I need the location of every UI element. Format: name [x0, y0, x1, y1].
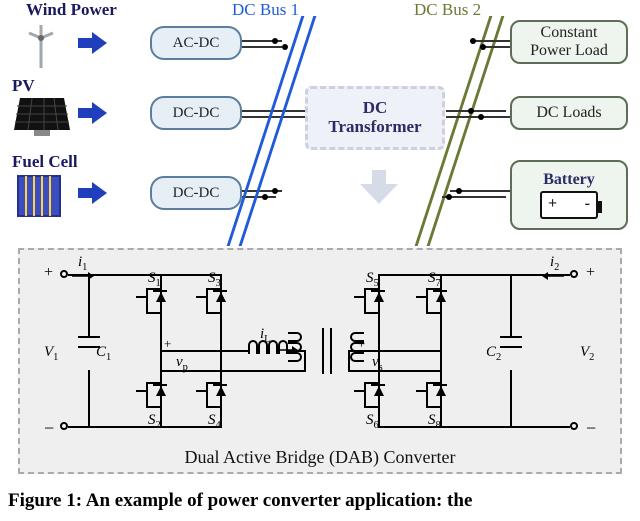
fuel-cell-icon	[14, 172, 64, 220]
label-S4: S4	[208, 412, 221, 431]
wire-sec-drop	[348, 350, 350, 372]
label-dc-bus-2: DC Bus 2	[414, 0, 481, 20]
switch-s1-icon	[136, 286, 164, 316]
label-plus-right: +	[586, 264, 595, 282]
label-C2: C2	[486, 344, 501, 363]
dab-caption: Dual Active Bridge (DAB) Converter	[20, 447, 620, 468]
wire-pri-return	[160, 370, 306, 372]
load-battery-label: Battery	[543, 171, 595, 189]
dc-transformer-block: DC Transformer	[305, 86, 445, 150]
wire-top-r	[378, 274, 532, 276]
label-minus-right: −	[586, 418, 596, 439]
xfmr-primary-icon	[288, 332, 302, 362]
label-wind-power: Wind Power	[26, 0, 117, 20]
node-bus1-a	[272, 38, 278, 44]
dc-transformer-line1: DC	[363, 99, 388, 118]
label-V1: V1	[44, 344, 58, 363]
battery-minus: -	[585, 195, 590, 213]
converter-dcdc-fc: DC-DC	[150, 176, 242, 210]
label-vp-plus: +	[164, 336, 171, 352]
label-V2: V2	[580, 344, 594, 363]
arrow-fc-to-conv-icon	[78, 184, 108, 202]
wire-c2-top	[510, 274, 512, 336]
label-i2: i2	[550, 254, 559, 273]
label-S8: S8	[428, 412, 441, 431]
label-plus-left: +	[44, 264, 53, 282]
converter-acdc: AC-DC	[150, 26, 242, 60]
load-battery: Battery + -	[510, 160, 628, 230]
label-S7: S7	[428, 270, 441, 289]
dc-transformer-line2: Transformer	[328, 118, 421, 137]
arrow-i2-icon	[542, 272, 564, 280]
wire-c1-top	[88, 274, 90, 336]
label-dc-bus-1: DC Bus 1	[232, 0, 299, 20]
cap2-plate-b	[500, 346, 522, 348]
wire-top-left	[68, 274, 160, 276]
wire-dct-bus2-a	[446, 110, 506, 112]
arrow-wind-to-conv-icon	[78, 34, 108, 52]
node-batt-b	[446, 194, 452, 200]
switch-s2-icon	[136, 380, 164, 410]
switch-s7-icon	[416, 286, 444, 316]
switch-s8-icon	[416, 380, 444, 410]
terminal-in-bot	[60, 422, 68, 430]
wire-pri-drop	[304, 350, 306, 372]
xfmr-core-a	[322, 328, 324, 374]
cap1-plate-a	[78, 336, 100, 338]
wire-bus1-dct-b	[288, 116, 306, 118]
label-iL: iL	[260, 326, 271, 345]
label-S1: S1	[148, 270, 161, 289]
solar-panel-icon	[14, 96, 70, 138]
load-dc-loads: DC Loads	[510, 96, 628, 130]
label-minus-left: −	[44, 418, 54, 439]
label-pv: PV	[12, 76, 35, 96]
switch-s4-icon	[196, 380, 224, 410]
dab-panel: + − i1 V1 C1 S1 S3 S2 S4 vp + iL	[18, 248, 622, 474]
wire-mid-r	[378, 350, 440, 352]
figure-caption: Figure 1: An example of power converter …	[8, 490, 472, 512]
cap1-plate-b	[78, 346, 100, 348]
node-cpl-a	[470, 38, 476, 44]
wind-turbine-icon	[18, 20, 64, 70]
label-vs-plus: +	[358, 336, 365, 352]
switch-s3-icon	[196, 286, 224, 316]
battery-icon: + -	[540, 191, 598, 219]
battery-plus: +	[548, 195, 557, 213]
terminal-in-top	[60, 270, 68, 278]
node-bus2-b	[478, 114, 484, 120]
load-cpl-line1: Constant	[541, 24, 598, 42]
terminal-out-bot	[570, 422, 578, 430]
label-fuel-cell: Fuel Cell	[12, 152, 78, 172]
node-batt-a	[456, 188, 462, 194]
node-bus2-a	[468, 108, 474, 114]
wire-bus2-cpl-a	[470, 40, 510, 42]
arrow-pv-to-conv-icon	[78, 104, 108, 122]
cap2-plate-a	[500, 336, 522, 338]
wire-sec-return	[348, 370, 442, 372]
arrow-to-dab-icon	[362, 170, 396, 204]
wire-bot-r	[378, 426, 532, 428]
xfmr-core-b	[330, 328, 332, 374]
switch-s6-icon	[354, 380, 382, 410]
label-S6: S6	[366, 412, 379, 431]
label-i1: i1	[78, 254, 87, 273]
converter-dcdc-pv: DC-DC	[150, 96, 242, 130]
wire-to-ind	[222, 350, 248, 352]
wire-bot-out	[510, 426, 570, 428]
wire-conv1-bus1-b	[242, 46, 282, 48]
label-S5: S5	[366, 270, 379, 289]
node-cpl-b	[480, 44, 486, 50]
load-dcl-label: DC Loads	[536, 104, 601, 122]
load-cpl: Constant Power Load	[510, 20, 628, 64]
switch-s5-icon	[354, 286, 382, 316]
label-S3: S3	[208, 270, 221, 289]
wire-bus1-dct-a	[288, 110, 306, 112]
label-S2: S2	[148, 412, 161, 431]
terminal-out-top	[570, 270, 578, 278]
load-cpl-line2: Power Load	[530, 42, 608, 60]
wire-bot-left	[68, 426, 160, 428]
wire-c1-bot	[88, 370, 90, 428]
wire-c2-bot	[510, 370, 512, 428]
